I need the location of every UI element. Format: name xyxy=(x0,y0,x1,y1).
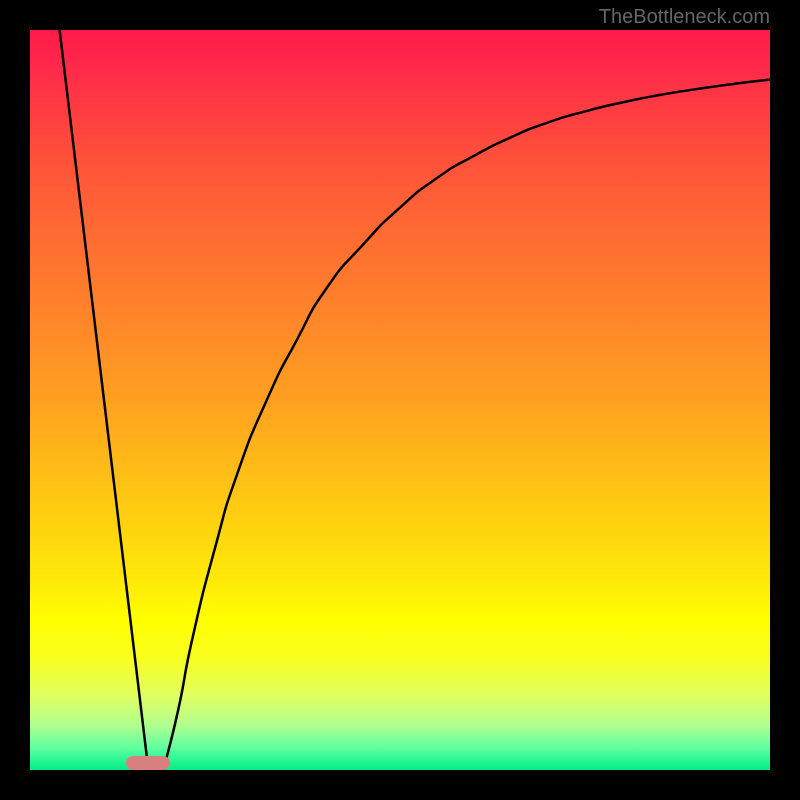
watermark-text: TheBottleneck.com xyxy=(599,6,770,29)
bottleneck-marker xyxy=(126,756,170,770)
chart-curves xyxy=(30,30,770,770)
left-line xyxy=(60,30,149,770)
right-curve xyxy=(163,80,770,770)
chart-area xyxy=(30,30,770,770)
